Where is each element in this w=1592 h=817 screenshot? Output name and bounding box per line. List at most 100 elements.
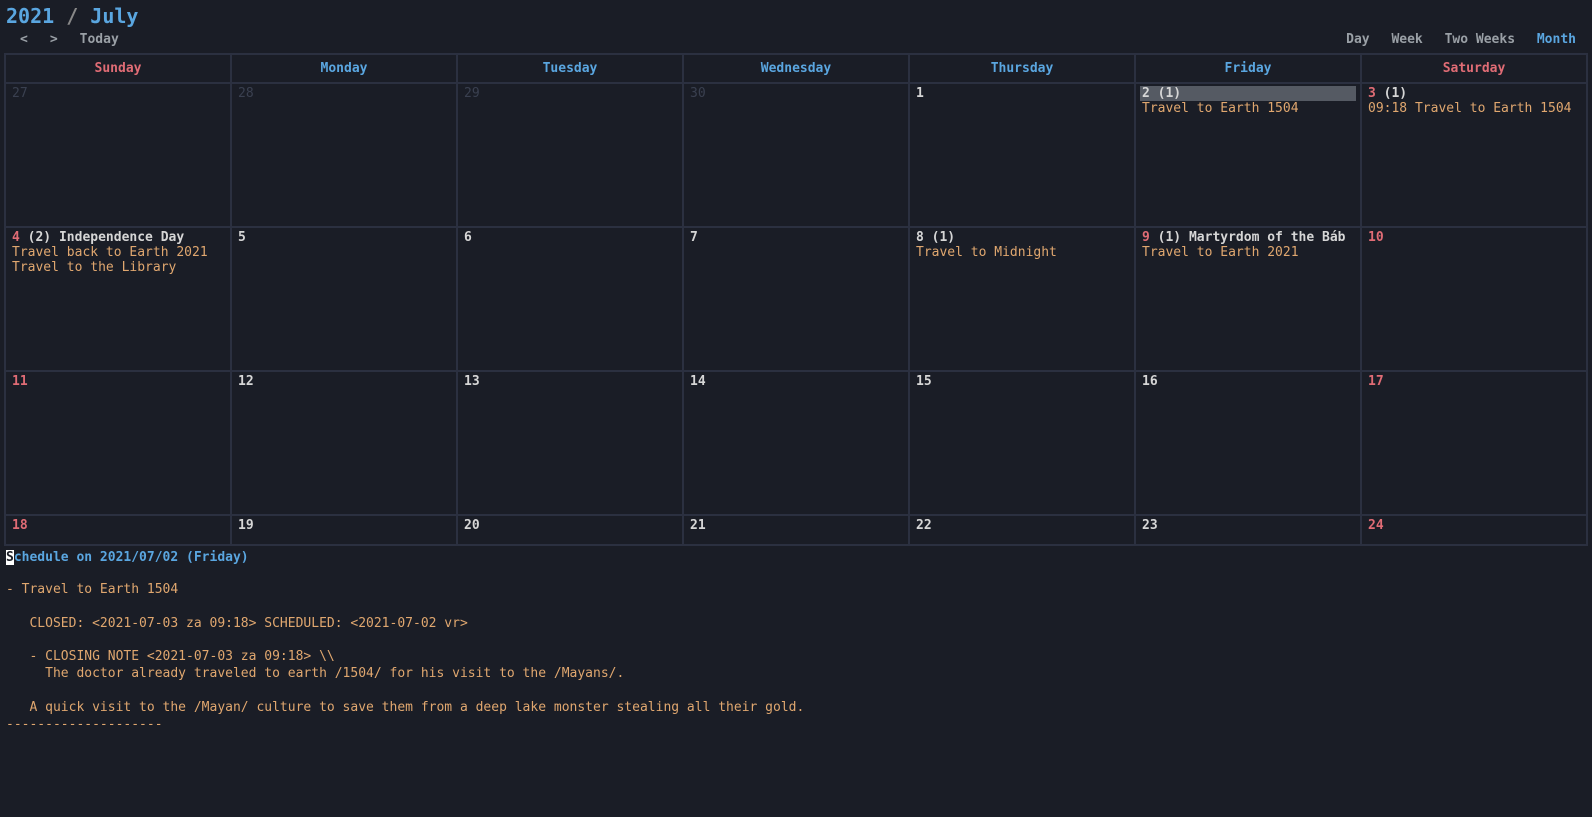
view-week[interactable]: Week — [1391, 32, 1422, 47]
day-number: 24 — [1368, 518, 1384, 533]
weekday-header-row: Sunday Monday Tuesday Wednesday Thursday… — [5, 54, 1587, 83]
event-item[interactable]: Travel to Earth 2021 — [1142, 245, 1354, 260]
day-cell[interactable]: 22 — [909, 515, 1135, 545]
title-year: 2021 — [6, 4, 54, 28]
page-title: 2021 / July — [0, 0, 1592, 28]
week-row: 18 19 20 21 22 23 24 — [5, 515, 1587, 545]
day-cell[interactable]: 13 — [457, 371, 683, 515]
day-number: 18 — [12, 518, 28, 533]
day-cell[interactable]: 27 — [5, 83, 231, 227]
day-number: 21 — [690, 518, 706, 533]
weekday-header: Wednesday — [683, 54, 909, 83]
day-number: 6 — [464, 230, 472, 245]
event-count: (1) — [1384, 86, 1407, 101]
day-number: 17 — [1368, 374, 1384, 389]
schedule-title-cursor: S — [6, 550, 14, 565]
week-row: 11 12 13 14 15 16 17 — [5, 371, 1587, 515]
day-number: 22 — [916, 518, 932, 533]
view-month[interactable]: Month — [1537, 32, 1576, 47]
holiday-name: Martyrdom of the Báb — [1189, 230, 1346, 245]
event-count: (1) — [932, 230, 955, 245]
day-cell[interactable]: 21 — [683, 515, 909, 545]
schedule-title: Schedule on 2021/07/02 (Friday) — [6, 550, 1586, 565]
event-count: (1) — [1158, 86, 1181, 101]
day-cell[interactable]: 24 — [1361, 515, 1587, 545]
day-cell[interactable]: 30 — [683, 83, 909, 227]
day-cell[interactable]: 17 — [1361, 371, 1587, 515]
day-cell[interactable]: 28 — [231, 83, 457, 227]
day-number: 13 — [464, 374, 480, 389]
day-cell[interactable]: 19 — [231, 515, 457, 545]
schedule-pane: Schedule on 2021/07/02 (Friday) - Travel… — [0, 546, 1592, 738]
day-cell[interactable]: 18 — [5, 515, 231, 545]
day-number: 19 — [238, 518, 254, 533]
schedule-title-text: chedule on 2021/07/02 (Friday) — [14, 550, 249, 565]
day-number: 14 — [690, 374, 706, 389]
prev-button[interactable]: < — [20, 32, 28, 47]
calendar-grid: Sunday Monday Tuesday Wednesday Thursday… — [4, 53, 1588, 546]
day-cell[interactable]: 8 (1) Travel to Midnight — [909, 227, 1135, 371]
day-number: 7 — [690, 230, 698, 245]
day-cell[interactable]: 1 — [909, 83, 1135, 227]
day-number: 20 — [464, 518, 480, 533]
day-number: 27 — [12, 86, 28, 101]
day-number: 9 — [1142, 230, 1150, 245]
day-number: 10 — [1368, 230, 1384, 245]
selected-day-highlight: 2 (1) — [1140, 86, 1356, 101]
today-button[interactable]: Today — [80, 32, 119, 47]
event-item[interactable]: 09:18 Travel to Earth 1504 — [1368, 101, 1580, 116]
day-number: 8 — [916, 230, 924, 245]
day-cell[interactable]: 20 — [457, 515, 683, 545]
view-day[interactable]: Day — [1346, 32, 1369, 47]
day-cell[interactable]: 10 — [1361, 227, 1587, 371]
holiday-name: Independence Day — [59, 230, 184, 245]
day-number: 11 — [12, 374, 28, 389]
event-count: (2) — [28, 230, 51, 245]
day-cell[interactable]: 16 — [1135, 371, 1361, 515]
day-number: 29 — [464, 86, 480, 101]
day-number: 3 — [1368, 86, 1376, 101]
day-number: 5 — [238, 230, 246, 245]
day-cell[interactable]: 15 — [909, 371, 1135, 515]
event-item[interactable]: Travel to Earth 1504 — [1142, 101, 1354, 116]
title-month: July — [90, 4, 138, 28]
week-row: 27 28 29 30 1 2 (1) Travel to Earth 1504… — [5, 83, 1587, 227]
schedule-body: - Travel to Earth 1504 CLOSED: <2021-07-… — [6, 565, 1586, 717]
day-cell[interactable]: 6 — [457, 227, 683, 371]
event-item[interactable]: Travel back to Earth 2021 — [12, 245, 224, 260]
view-two-weeks[interactable]: Two Weeks — [1445, 32, 1515, 47]
day-number: 28 — [238, 86, 254, 101]
day-cell[interactable]: 12 — [231, 371, 457, 515]
event-item[interactable]: Travel to Midnight — [916, 245, 1128, 260]
event-count: (1) — [1158, 230, 1181, 245]
day-cell[interactable]: 9 (1) Martyrdom of the Báb Travel to Ear… — [1135, 227, 1361, 371]
day-number: 30 — [690, 86, 706, 101]
day-cell[interactable]: 14 — [683, 371, 909, 515]
day-cell[interactable]: 3 (1) 09:18 Travel to Earth 1504 — [1361, 83, 1587, 227]
weekday-header: Tuesday — [457, 54, 683, 83]
day-cell[interactable]: 23 — [1135, 515, 1361, 545]
day-cell[interactable]: 11 — [5, 371, 231, 515]
day-number: 12 — [238, 374, 254, 389]
view-switcher: Day Week Two Weeks Month — [1332, 32, 1586, 47]
event-item[interactable]: Travel to the Library — [12, 260, 224, 275]
day-cell[interactable]: 7 — [683, 227, 909, 371]
day-number: 1 — [916, 86, 924, 101]
weekday-header: Sunday — [5, 54, 231, 83]
weekday-header: Saturday — [1361, 54, 1587, 83]
day-cell-selected[interactable]: 2 (1) Travel to Earth 1504 — [1135, 83, 1361, 227]
weekday-header: Friday — [1135, 54, 1361, 83]
title-sep: / — [54, 4, 90, 28]
day-cell[interactable]: 5 — [231, 227, 457, 371]
day-number: 16 — [1142, 374, 1158, 389]
weekday-header: Monday — [231, 54, 457, 83]
day-cell[interactable]: 4 (2) Independence Day Travel back to Ea… — [5, 227, 231, 371]
day-number: 2 — [1142, 86, 1150, 101]
next-button[interactable]: > — [50, 32, 58, 47]
schedule-divider: -------------------- — [6, 717, 1586, 732]
day-cell[interactable]: 29 — [457, 83, 683, 227]
day-number: 15 — [916, 374, 932, 389]
day-number: 4 — [12, 230, 20, 245]
weekday-header: Thursday — [909, 54, 1135, 83]
day-number: 23 — [1142, 518, 1158, 533]
